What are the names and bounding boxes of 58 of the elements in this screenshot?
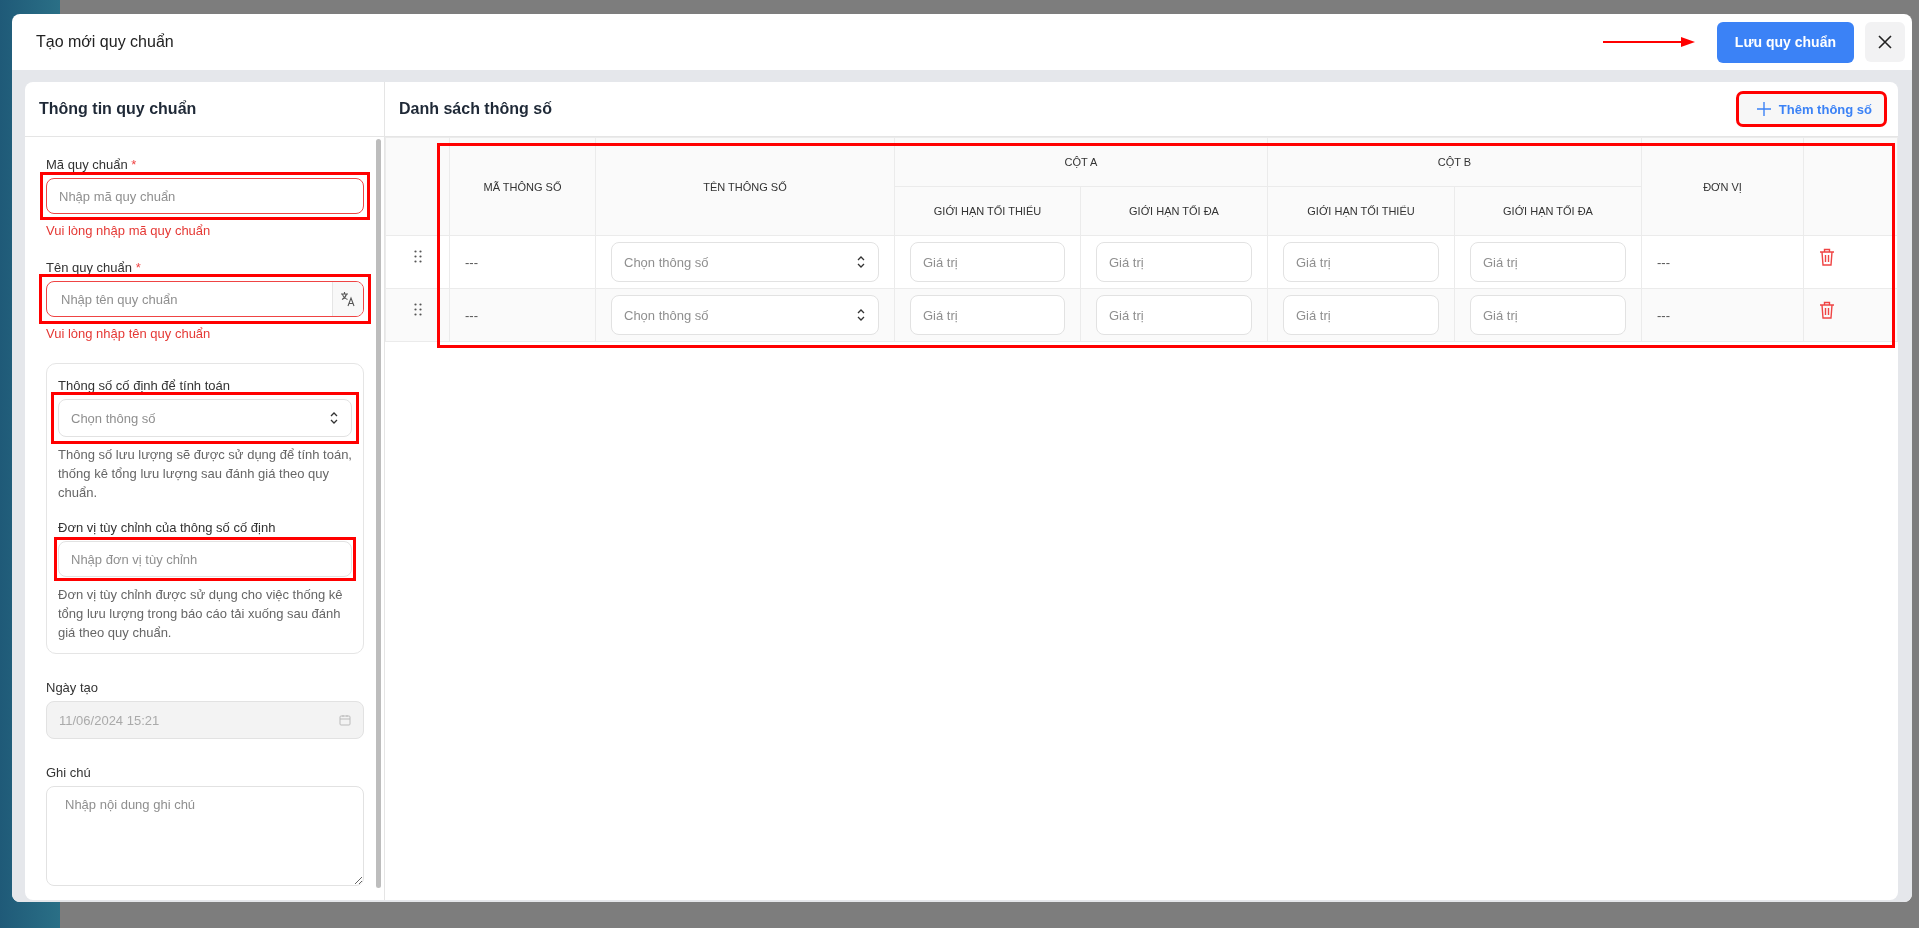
- save-button[interactable]: Lưu quy chuẩn: [1716, 21, 1854, 63]
- drag-handle-icon[interactable]: [413, 250, 422, 263]
- column-header: GIỚI HẠN TỐI THIỂU: [1267, 186, 1455, 236]
- panel-title: Danh sách thông số: [399, 100, 552, 118]
- field-label: Thông số cố định để tính toán: [58, 378, 231, 393]
- panel-title: Thông tin quy chuẩn: [39, 100, 197, 118]
- column-header: GIỚI HẠN TỐI THIỂU: [894, 186, 1081, 236]
- column-group-header: CỘT A: [894, 137, 1268, 187]
- select-field[interactable]: Chọn thông số: [611, 295, 879, 335]
- field-label: Đơn vị tùy chỉnh của thông số cố định: [58, 520, 277, 535]
- table-cell: ---: [1657, 307, 1670, 323]
- chevron-icon: [329, 411, 339, 425]
- value-input[interactable]: Giá trị: [1283, 295, 1439, 335]
- value-input[interactable]: Giá trị: [1470, 242, 1626, 282]
- field-label: Tên quy chuẩn *: [46, 260, 142, 275]
- close-icon: [1878, 35, 1892, 49]
- unit-input[interactable]: Nhập đơn vị tùy chỉnh: [58, 541, 352, 577]
- value-input[interactable]: Giá trị: [1283, 242, 1439, 282]
- delete-icon[interactable]: [1819, 248, 1835, 266]
- date-field: 11/06/2024 15:21: [46, 701, 364, 739]
- close-button[interactable]: [1865, 22, 1905, 62]
- field-label: Ngày tạo: [46, 680, 100, 695]
- column-header: TÊN THÔNG SỐ: [595, 137, 895, 236]
- delete-icon[interactable]: [1819, 301, 1835, 319]
- field-label: Mã quy chuẩn *: [46, 157, 138, 172]
- dialog-title: Tạo mới quy chuẩn: [36, 33, 174, 51]
- error-message: Vui lòng nhập tên quy chuẩn: [46, 326, 212, 341]
- help-text: Đơn vị tùy chỉnh được sử dụng cho việc thống kê tổng lưu lượng trong báo cáo tải xuống sau đánh giá theo quy chuẩn.: [58, 586, 344, 642]
- column-group-header: CỘT B: [1267, 137, 1642, 187]
- value-input[interactable]: Giá trị: [910, 295, 1065, 335]
- error-message: Vui lòng nhập mã quy chuẩn: [46, 223, 212, 238]
- select-field[interactable]: Chọn thông số: [58, 399, 352, 437]
- add-parameter-button[interactable]: Thêm thông số: [1738, 94, 1884, 124]
- chevron-icon: [856, 255, 866, 269]
- drag-handle-icon[interactable]: [413, 303, 422, 316]
- table-cell: ---: [1657, 254, 1670, 270]
- value-input[interactable]: Giá trị: [1096, 295, 1252, 335]
- translate-icon[interactable]: [340, 291, 356, 307]
- field-label: Ghi chú: [46, 765, 92, 780]
- calendar-icon: [339, 714, 351, 726]
- column-header: GIỚI HẠN TỐI ĐA: [1080, 186, 1268, 236]
- column-header: ĐƠN VỊ: [1641, 137, 1804, 236]
- value-input[interactable]: Giá trị: [1096, 242, 1252, 282]
- help-text: Thông số lưu lượng sẽ được sử dụng để tính toán, thống kê tổng lưu lượng sau đánh giá theo quy chuẩn.: [58, 446, 352, 502]
- value-input[interactable]: Giá trị: [1470, 295, 1626, 335]
- code-input[interactable]: Nhập mã quy chuẩn: [46, 178, 364, 214]
- scrollbar[interactable]: [376, 139, 381, 888]
- column-header: MÃ THÔNG SỐ: [449, 137, 596, 236]
- chevron-icon: [856, 308, 866, 322]
- table-cell: ---: [465, 254, 478, 270]
- name-input[interactable]: Nhập tên quy chuẩn: [59, 282, 332, 316]
- plus-icon: [1756, 102, 1771, 116]
- value-input[interactable]: Giá trị: [910, 242, 1065, 282]
- name-field[interactable]: Nhập tên quy chuẩn: [46, 281, 364, 317]
- table-cell: ---: [465, 307, 478, 323]
- note-textarea[interactable]: Nhập nội dung ghi chú: [46, 786, 364, 886]
- select-field[interactable]: Chọn thông số: [611, 242, 879, 282]
- column-header: GIỚI HẠN TỐI ĐA: [1454, 186, 1642, 236]
